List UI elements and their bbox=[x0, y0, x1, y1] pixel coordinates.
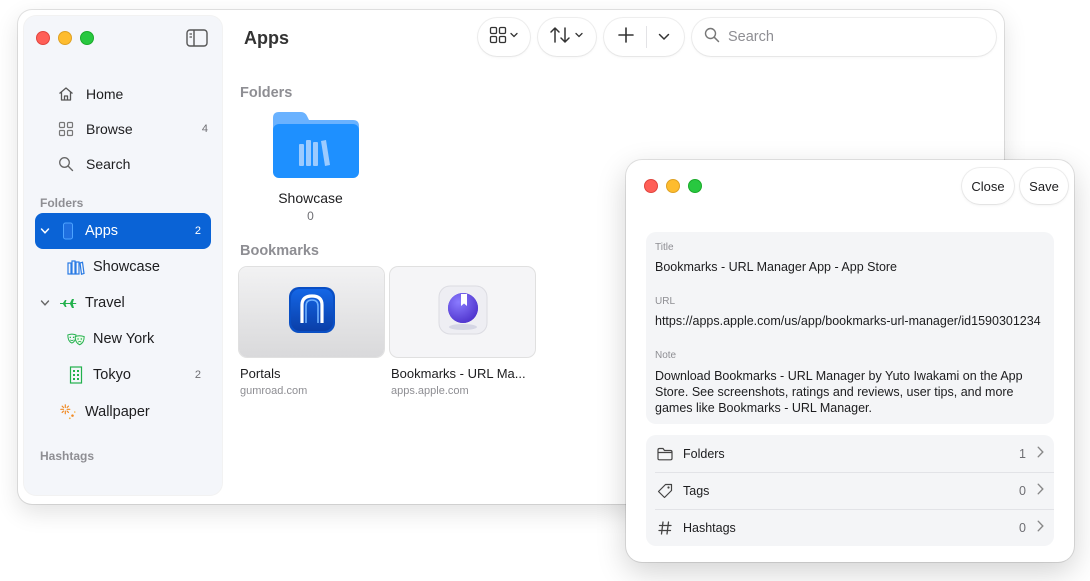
folder-name: Showcase bbox=[278, 190, 343, 206]
minimize-window-button[interactable] bbox=[58, 31, 72, 45]
panel-window-controls bbox=[644, 179, 702, 193]
zoom-panel-button[interactable] bbox=[688, 179, 702, 193]
title-label: Title bbox=[655, 242, 674, 253]
hashtags-section-label: Hashtags bbox=[40, 449, 95, 463]
folders-section-label: Folders bbox=[40, 196, 84, 210]
search-icon bbox=[704, 27, 720, 48]
sidebar-folder-showcase[interactable]: Showcase bbox=[35, 249, 211, 285]
sort-arrows-icon bbox=[549, 25, 585, 50]
hashtags-row[interactable]: Hashtags 0 bbox=[646, 509, 1054, 546]
view-mode-button[interactable] bbox=[478, 18, 530, 56]
browse-count: 4 bbox=[201, 123, 208, 135]
search-field[interactable] bbox=[692, 18, 996, 56]
hashtag-icon bbox=[655, 520, 675, 535]
chevron-right-icon bbox=[1037, 520, 1044, 535]
window-controls bbox=[36, 31, 94, 45]
sidebar-folder-label: Travel bbox=[85, 295, 125, 311]
title-field[interactable]: Bookmarks - URL Manager App - App Store bbox=[655, 260, 1048, 274]
tokyo-count: 2 bbox=[194, 369, 201, 381]
sidebar-folder-travel[interactable]: Travel bbox=[35, 285, 211, 321]
sidebar-folder-apps[interactable]: Apps 2 bbox=[35, 213, 211, 249]
note-label: Note bbox=[655, 350, 677, 361]
tag-icon bbox=[655, 483, 675, 499]
note-field[interactable]: Download Bookmarks - URL Manager by Yuto… bbox=[655, 368, 1048, 416]
bookmark-title: Portals bbox=[240, 366, 281, 381]
grid-icon bbox=[56, 119, 76, 139]
chevron-right-icon bbox=[1037, 483, 1044, 498]
grid-view-icon bbox=[489, 26, 519, 49]
add-button-group bbox=[604, 18, 684, 56]
sidebar-folder-label: Wallpaper bbox=[85, 404, 150, 420]
zoom-window-button[interactable] bbox=[80, 31, 94, 45]
sidebar-folder-label: Showcase bbox=[93, 259, 160, 275]
sparkle-icon bbox=[59, 403, 77, 421]
chevron-right-icon bbox=[1037, 446, 1044, 461]
sort-button[interactable] bbox=[538, 18, 596, 56]
portals-app-icon bbox=[288, 286, 335, 338]
toolbar-divider bbox=[645, 26, 647, 48]
sidebar-toggle-icon[interactable] bbox=[186, 29, 208, 47]
sidebar-item-browse[interactable]: Browse 4 bbox=[40, 114, 216, 144]
row-label: Tags bbox=[683, 483, 710, 498]
sidebar-folder-wallpaper[interactable]: Wallpaper bbox=[35, 394, 211, 430]
sidebar-item-label: Home bbox=[86, 86, 124, 102]
row-label: Folders bbox=[683, 446, 725, 461]
search-input[interactable] bbox=[728, 29, 968, 45]
bookmark-card-bookmarks[interactable] bbox=[390, 267, 535, 357]
building-icon bbox=[67, 366, 85, 384]
close-panel-button[interactable] bbox=[644, 179, 658, 193]
bookmark-title: Bookmarks - URL Ma... bbox=[391, 366, 526, 381]
folders-count: 1 bbox=[1019, 446, 1026, 461]
sidebar-folder-new-york[interactable]: New York bbox=[35, 321, 211, 357]
bookmark-domain: apps.apple.com bbox=[391, 385, 469, 397]
sidebar-item-label: Browse bbox=[86, 121, 133, 137]
apps-count: 2 bbox=[194, 225, 201, 237]
folders-heading: Folders bbox=[240, 85, 293, 101]
folder-count: 0 bbox=[307, 209, 314, 223]
url-label: URL bbox=[655, 296, 676, 307]
close-window-button[interactable] bbox=[36, 31, 50, 45]
sidebar-item-home[interactable]: Home bbox=[40, 79, 216, 109]
minimize-panel-button[interactable] bbox=[666, 179, 680, 193]
theater-masks-icon bbox=[67, 330, 85, 348]
folder-showcase-icon[interactable] bbox=[266, 108, 366, 185]
bookmark-fields: Title Bookmarks - URL Manager App - App … bbox=[646, 232, 1054, 424]
books-icon bbox=[67, 258, 85, 276]
airplane-icon bbox=[59, 294, 77, 312]
bookmark-relations: Folders 1 Tags 0 Hashtags 0 bbox=[646, 435, 1054, 546]
sidebar-folder-label: Apps bbox=[85, 223, 119, 239]
bookmark-detail-panel: Close Save Title Bookmarks - URL Manager… bbox=[626, 160, 1074, 562]
sidebar-item-search[interactable]: Search bbox=[40, 149, 216, 179]
iphone-icon bbox=[59, 222, 77, 240]
sidebar-folder-tokyo[interactable]: Tokyo 2 bbox=[35, 357, 211, 393]
sidebar-folder-label: Tokyo bbox=[93, 367, 131, 383]
save-button[interactable]: Save bbox=[1020, 168, 1068, 204]
sidebar: Home Browse 4 Search Folders Apps 2 Show… bbox=[24, 16, 222, 495]
plus-icon[interactable] bbox=[618, 26, 634, 48]
page-title: Apps bbox=[244, 28, 289, 48]
chevron-down-icon[interactable] bbox=[37, 299, 53, 307]
url-field[interactable]: https://apps.apple.com/us/app/bookmarks-… bbox=[655, 314, 1048, 328]
bookmarks-heading: Bookmarks bbox=[240, 243, 319, 259]
folders-row[interactable]: Folders 1 bbox=[646, 435, 1054, 472]
sidebar-item-label: Search bbox=[86, 156, 131, 172]
row-label: Hashtags bbox=[683, 520, 736, 535]
hashtags-count: 0 bbox=[1019, 520, 1026, 535]
folder-icon bbox=[655, 447, 675, 461]
tags-count: 0 bbox=[1019, 483, 1026, 498]
sidebar-folder-label: New York bbox=[93, 331, 155, 347]
close-button[interactable]: Close bbox=[962, 168, 1014, 204]
chevron-down-icon[interactable] bbox=[658, 28, 670, 46]
bookmark-domain: gumroad.com bbox=[240, 385, 308, 397]
bookmarks-app-icon bbox=[437, 284, 489, 341]
tags-row[interactable]: Tags 0 bbox=[646, 472, 1054, 509]
house-icon bbox=[56, 84, 76, 104]
magnifier-icon bbox=[56, 154, 76, 174]
bookmark-card-portals[interactable] bbox=[239, 267, 384, 357]
chevron-down-icon[interactable] bbox=[37, 227, 53, 235]
